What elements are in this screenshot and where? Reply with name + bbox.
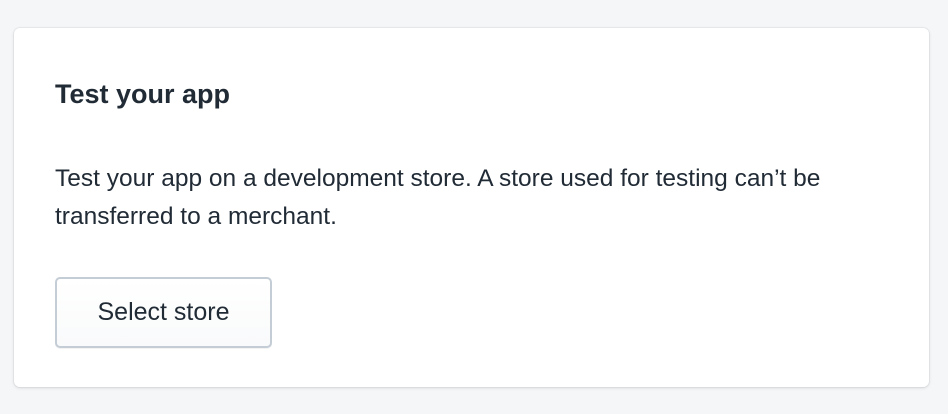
card-description: Test your app on a development store. A … bbox=[55, 165, 821, 230]
test-app-card: Test your app Test your app on a develop… bbox=[14, 28, 929, 387]
card-title: Test your app bbox=[55, 79, 231, 109]
select-store-button[interactable]: Select store bbox=[55, 277, 272, 348]
